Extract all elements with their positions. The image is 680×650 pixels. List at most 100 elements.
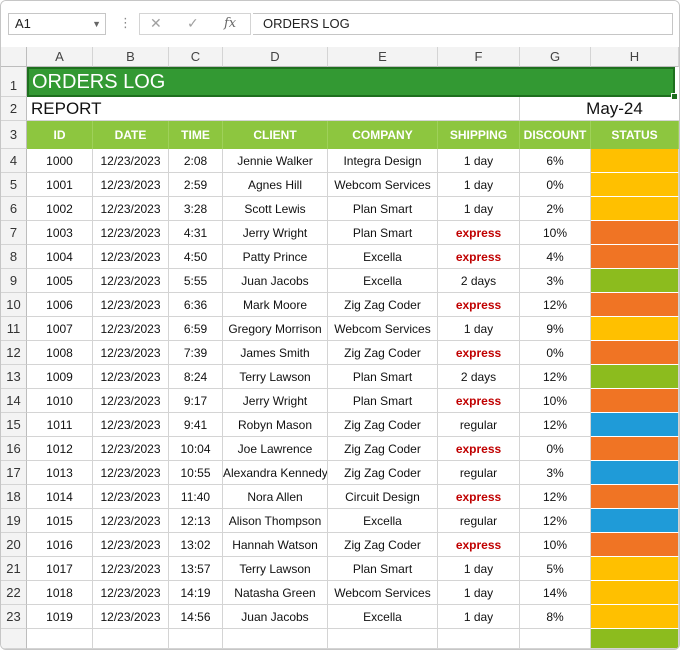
cell-company[interactable]: Plan Smart [328,197,438,221]
cell-date[interactable]: 12/23/2023 [93,293,169,317]
status-cell[interactable] [591,557,679,581]
cell-company[interactable]: Excella [328,245,438,269]
cell-shipping[interactable]: 1 day [438,317,520,341]
report-month-cell[interactable]: May-24 [519,97,679,121]
status-cell[interactable] [591,437,679,461]
status-cell[interactable] [591,293,679,317]
cell-date[interactable]: 12/23/2023 [93,389,169,413]
formula-input[interactable]: ORDERS LOG [253,13,673,35]
more-options-icon[interactable]: ⋮ [119,15,132,31]
cell-company[interactable]: Zig Zag Coder [328,341,438,365]
cell-time[interactable]: 4:31 [169,221,223,245]
row-header-8[interactable]: 8 [1,245,27,269]
empty-cell[interactable] [169,629,223,649]
status-cell[interactable] [591,221,679,245]
cell-shipping[interactable]: express [438,389,520,413]
insert-function-icon[interactable]: fx [224,16,236,31]
cell-client[interactable]: Jerry Wright [223,389,328,413]
status-cell[interactable] [591,389,679,413]
cell-discount[interactable]: 10% [520,389,591,413]
cell-shipping[interactable]: 1 day [438,605,520,629]
cell-id[interactable]: 1009 [27,365,93,389]
cell-time[interactable]: 4:50 [169,245,223,269]
cell-client[interactable]: Agnes Hill [223,173,328,197]
column-header-g[interactable]: G [520,47,591,67]
cell-id[interactable]: 1001 [27,173,93,197]
row-header-11[interactable]: 11 [1,317,27,341]
cell-id[interactable]: 1000 [27,149,93,173]
cell-shipping[interactable]: express [438,485,520,509]
cell-client[interactable]: Scott Lewis [223,197,328,221]
cell-shipping[interactable]: express [438,293,520,317]
cell-id[interactable]: 1004 [27,245,93,269]
cell-id[interactable]: 1015 [27,509,93,533]
column-title-status[interactable]: STATUS [591,121,679,149]
status-cell[interactable] [591,581,679,605]
column-title-company[interactable]: COMPANY [328,121,438,149]
cell-id[interactable]: 1002 [27,197,93,221]
row-header-1[interactable]: 1 [1,67,27,97]
status-cell[interactable] [591,629,679,649]
cell-company[interactable]: Plan Smart [328,557,438,581]
cell-client[interactable]: Juan Jacobs [223,269,328,293]
row-header-5[interactable]: 5 [1,173,27,197]
column-header-a[interactable]: A [27,47,93,67]
name-box[interactable]: A1 ▼ [8,13,106,35]
status-cell[interactable] [591,317,679,341]
cell-shipping[interactable]: 1 day [438,557,520,581]
cell-time[interactable]: 6:59 [169,317,223,341]
cell-client[interactable]: Juan Jacobs [223,605,328,629]
cell-time[interactable]: 3:28 [169,197,223,221]
cell-company[interactable]: Plan Smart [328,365,438,389]
status-cell[interactable] [591,365,679,389]
cell-time[interactable]: 6:36 [169,293,223,317]
cell-shipping[interactable]: regular [438,509,520,533]
column-title-shipping[interactable]: SHIPPING [438,121,520,149]
cell-shipping[interactable]: 1 day [438,149,520,173]
cell-company[interactable]: Plan Smart [328,221,438,245]
cell-company[interactable]: Zig Zag Coder [328,437,438,461]
cell-shipping[interactable]: 2 days [438,269,520,293]
empty-cell[interactable] [223,629,328,649]
cell-company[interactable]: Zig Zag Coder [328,413,438,437]
column-title-time[interactable]: TIME [169,121,223,149]
cell-id[interactable]: 1011 [27,413,93,437]
cell-company[interactable]: Excella [328,509,438,533]
column-title-id[interactable]: ID [27,121,93,149]
cell-discount[interactable]: 0% [520,341,591,365]
status-cell[interactable] [591,485,679,509]
cell-id[interactable]: 1013 [27,461,93,485]
cell-discount[interactable]: 4% [520,245,591,269]
cell-id[interactable]: 1014 [27,485,93,509]
cell-discount[interactable]: 0% [520,173,591,197]
cell-date[interactable]: 12/23/2023 [93,437,169,461]
cell-client[interactable]: Alison Thompson [223,509,328,533]
status-cell[interactable] [591,413,679,437]
row-header-20[interactable]: 20 [1,533,27,557]
cell-date[interactable]: 12/23/2023 [93,413,169,437]
column-title-discount[interactable]: DISCOUNT [520,121,591,149]
cell-company[interactable]: Webcom Services [328,173,438,197]
cell-time[interactable]: 9:41 [169,413,223,437]
cell-shipping[interactable]: express [438,533,520,557]
row-header-23[interactable]: 23 [1,605,27,629]
cell-company[interactable]: Webcom Services [328,317,438,341]
cell-time[interactable]: 7:39 [169,341,223,365]
cell-discount[interactable]: 3% [520,461,591,485]
cell-discount[interactable]: 12% [520,413,591,437]
cell-discount[interactable]: 6% [520,149,591,173]
cell-shipping[interactable]: regular [438,413,520,437]
cell-client[interactable]: Mark Moore [223,293,328,317]
empty-cell[interactable] [27,629,93,649]
cell-shipping[interactable]: 1 day [438,581,520,605]
cell-date[interactable]: 12/23/2023 [93,197,169,221]
cell-client[interactable]: Patty Prince [223,245,328,269]
sheet-title-cell[interactable]: ORDERS LOG [27,67,675,97]
cell-time[interactable]: 14:56 [169,605,223,629]
cell-shipping[interactable]: 2 days [438,365,520,389]
cell-time[interactable]: 12:13 [169,509,223,533]
cell-id[interactable]: 1007 [27,317,93,341]
status-cell[interactable] [591,197,679,221]
cell-discount[interactable]: 10% [520,533,591,557]
empty-cell[interactable] [438,629,520,649]
